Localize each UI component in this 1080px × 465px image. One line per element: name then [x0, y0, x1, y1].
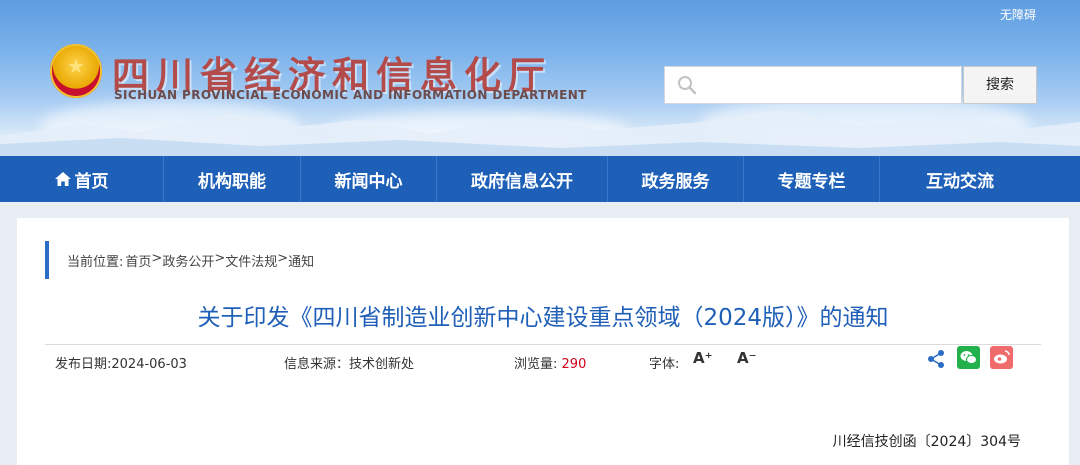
nav-item-label: 首页	[74, 171, 109, 192]
wechat-icon[interactable]	[957, 346, 980, 369]
nav-item-interaction[interactable]: 互动交流	[880, 156, 1040, 202]
site-title-english: SICHUAN PROVINCIAL ECONOMIC AND INFORMAT…	[114, 88, 587, 102]
breadcrumb-separator: >	[151, 251, 163, 266]
share-icon[interactable]	[925, 348, 947, 370]
search-icon	[678, 76, 697, 95]
breadcrumb: 当前位置: 首页 > 政务公开 > 文件法规 > 通知	[67, 251, 314, 270]
nav-item-info-disclosure[interactable]: 政府信息公开	[437, 156, 608, 202]
breadcrumb-prefix: 当前位置:	[67, 255, 124, 270]
nav-item-home[interactable]: 首页	[0, 156, 164, 202]
view-count: 浏览量: 290	[514, 357, 587, 372]
search-button[interactable]: 搜索	[963, 66, 1037, 104]
info-source: 信息来源：技术创新处	[284, 357, 415, 372]
search-box	[664, 66, 962, 104]
breadcrumb-item-regulations[interactable]: 文件法规	[225, 251, 277, 270]
font-decrease-button[interactable]: A⁻	[737, 349, 757, 367]
home-icon	[54, 172, 71, 186]
main-nav: 首页 机构职能 新闻中心 政府信息公开 政务服务 专题专栏 互动交流	[0, 156, 1080, 202]
article-title: 关于印发《四川省制造业创新中心建设重点领域（2024版）》的通知	[197, 305, 889, 331]
nav-item-organization[interactable]: 机构职能	[164, 156, 301, 202]
nav-item-news[interactable]: 新闻中心	[301, 156, 437, 202]
article-card: 当前位置: 首页 > 政务公开 > 文件法规 > 通知 关于印发《四川省制造业创…	[17, 218, 1069, 465]
article-meta: 发布日期:2024-06-03 信息来源：技术创新处 浏览量: 290 字体: …	[45, 344, 1041, 372]
publish-date: 发布日期:2024-06-03	[55, 357, 187, 372]
breadcrumb-item-home[interactable]: 首页	[125, 251, 151, 270]
breadcrumb-accent-bar	[45, 241, 49, 279]
nav-item-label: 新闻中心	[334, 171, 403, 192]
document-number: 川经信技创函〔2024〕304号	[832, 434, 1021, 450]
breadcrumb-separator: >	[214, 251, 226, 266]
nav-item-label: 机构职能	[198, 171, 266, 192]
breadcrumb-separator: >	[277, 251, 289, 266]
nav-item-label: 专题专栏	[777, 171, 846, 192]
nav-item-services[interactable]: 政务服务	[608, 156, 744, 202]
font-increase-button[interactable]: A⁺	[693, 349, 713, 367]
nav-item-label: 政府信息公开	[471, 171, 573, 192]
search-input[interactable]	[709, 67, 959, 103]
breadcrumb-item-disclosure[interactable]: 政务公开	[162, 251, 214, 270]
site-header: 无障碍 ★ 四川省经济和信息化厅 SICHUAN PROVINCIAL ECON…	[0, 0, 1080, 156]
mountain-background	[0, 110, 1080, 156]
nav-item-topics[interactable]: 专题专栏	[744, 156, 880, 202]
breadcrumb-item-notice[interactable]: 通知	[288, 251, 314, 270]
national-emblem-icon: ★	[50, 44, 102, 98]
weibo-icon[interactable]	[990, 346, 1013, 369]
font-size-label: 字体:	[649, 357, 680, 372]
nav-item-label: 互动交流	[926, 171, 994, 192]
accessibility-link[interactable]: 无障碍	[1000, 6, 1036, 23]
nav-item-label: 政务服务	[641, 171, 710, 192]
